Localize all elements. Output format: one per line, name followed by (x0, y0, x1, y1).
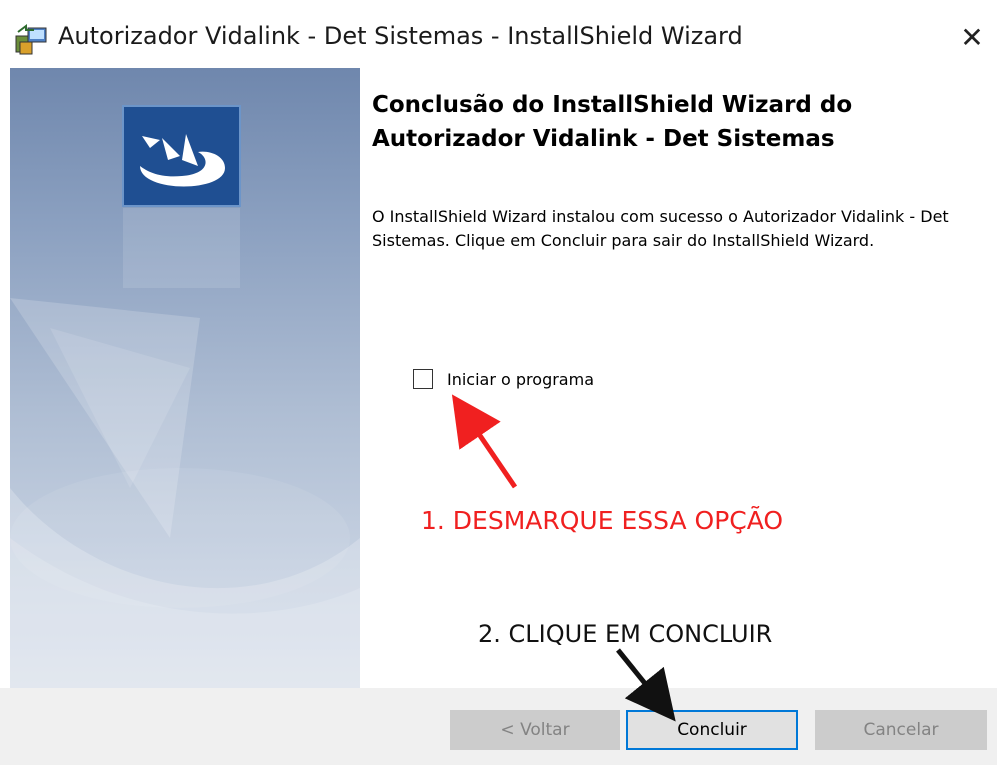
installshield-logo (122, 105, 241, 207)
launch-program-option[interactable]: Iniciar o programa (413, 366, 594, 392)
side-panel-graphic (10, 105, 360, 688)
installer-icon (15, 24, 47, 55)
window-title: Autorizador Vidalink - Det Sistemas - In… (58, 22, 743, 50)
button-bar: < Voltar Concluir Cancelar (0, 688, 997, 765)
annotation-step2: 2. CLIQUE EM CONCLUIR (478, 620, 773, 648)
close-icon: ✕ (960, 20, 984, 54)
page-title: Conclusão do InstallShield Wizard do Aut… (372, 92, 853, 152)
finish-button[interactable]: Concluir (626, 710, 798, 750)
launch-program-checkbox[interactable] (413, 369, 433, 389)
cancel-button[interactable]: Cancelar (815, 710, 987, 750)
content-area: Conclusão do InstallShield Wizard do Aut… (360, 68, 997, 688)
back-button[interactable]: < Voltar (450, 710, 620, 750)
side-graphic-panel (10, 68, 360, 688)
annotation-step1: 1. DESMARQUE ESSA OPÇÃO (421, 506, 784, 535)
installer-window: Autorizador Vidalink - Det Sistemas - In… (0, 0, 997, 765)
title-bar: Autorizador Vidalink - Det Sistemas - In… (0, 0, 997, 68)
completion-message: O InstallShield Wizard instalou com suce… (372, 207, 949, 250)
close-button[interactable]: ✕ (955, 20, 989, 54)
launch-program-label[interactable]: Iniciar o programa (447, 370, 594, 389)
